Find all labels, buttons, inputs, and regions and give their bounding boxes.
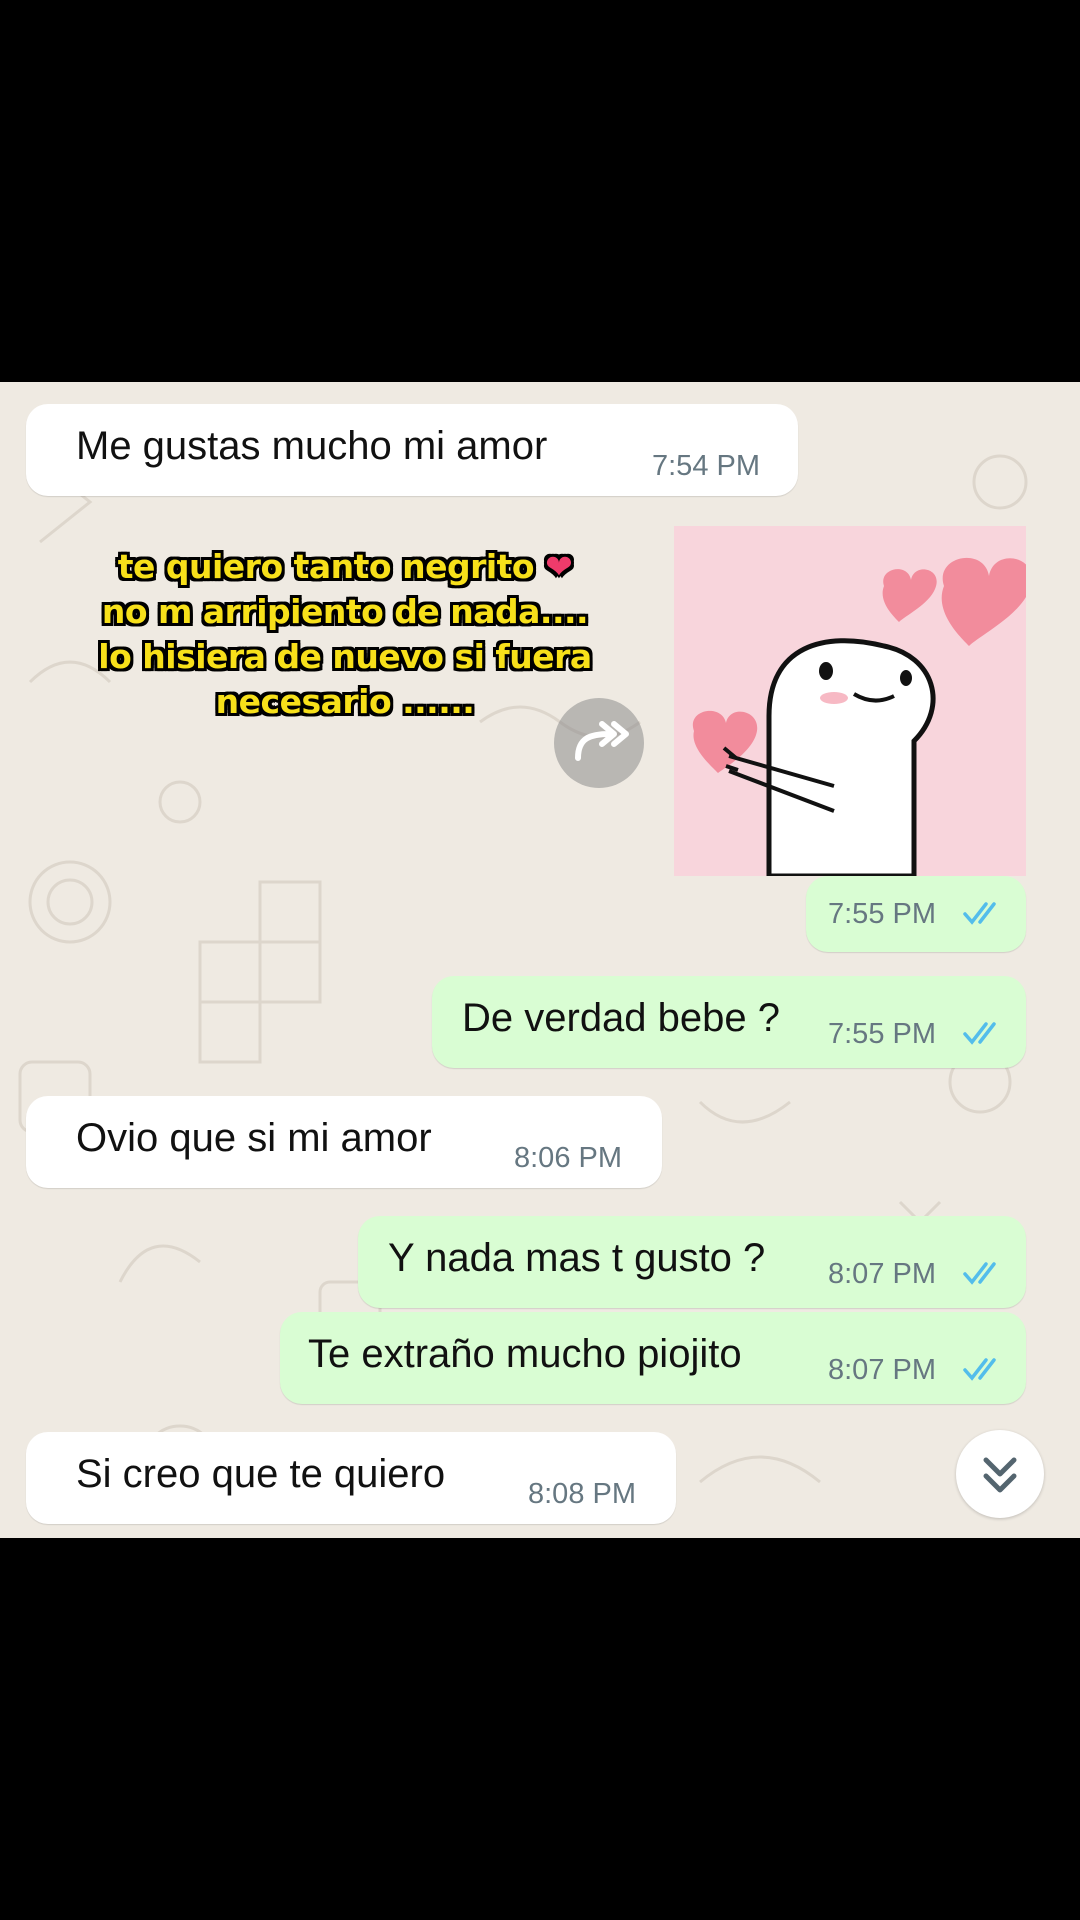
message-bubble-outgoing[interactable]: Te extraño mucho piojito 8:07 PM bbox=[280, 1312, 1026, 1404]
message-text: Ovio que si mi amor bbox=[76, 1116, 432, 1160]
message-text: Te extraño mucho piojito bbox=[308, 1332, 742, 1376]
overlay-line-2: no m arripiento de nada.... bbox=[101, 592, 589, 631]
message-text: Y nada mas t gusto ? bbox=[388, 1236, 766, 1280]
message-time: 7:55 PM bbox=[828, 898, 936, 930]
chat-area[interactable]: Me gustas mucho mi amor 7:54 PM te quier… bbox=[0, 382, 1080, 1538]
message-bubble-incoming[interactable]: Me gustas mucho mi amor 7:54 PM bbox=[26, 404, 798, 496]
double-check-icon bbox=[963, 902, 996, 925]
caption-overlay: te quiero tanto negrito ❤ no m arripient… bbox=[60, 544, 630, 724]
message-bubble-outgoing[interactable]: Y nada mas t gusto ? 8:07 PM bbox=[358, 1216, 1026, 1308]
message-text: Si creo que te quiero bbox=[76, 1452, 446, 1496]
double-check-icon bbox=[963, 1022, 996, 1045]
message-time: 8:07 PM bbox=[828, 1258, 936, 1290]
forward-icon bbox=[575, 721, 629, 761]
double-check-icon bbox=[963, 1262, 996, 1285]
message-time: 8:07 PM bbox=[828, 1354, 936, 1386]
message-time: 8:08 PM bbox=[528, 1478, 636, 1510]
message-time: 7:54 PM bbox=[652, 450, 760, 482]
overlay-line-4: necesario ...... bbox=[215, 682, 475, 721]
overlay-line-3: lo hisiera de nuevo si fuera bbox=[98, 637, 592, 676]
heart-icon: ❤ bbox=[545, 547, 573, 586]
overlay-line-1: te quiero tanto negrito bbox=[117, 547, 535, 586]
double-check-icon bbox=[963, 1358, 996, 1381]
message-time: 7:55 PM bbox=[828, 1018, 936, 1050]
message-bubble-incoming[interactable]: Si creo que te quiero 8:08 PM bbox=[26, 1432, 676, 1524]
double-chevron-down-icon bbox=[983, 1457, 1017, 1493]
scroll-to-bottom-button[interactable] bbox=[956, 1430, 1044, 1518]
message-text: Me gustas mucho mi amor bbox=[76, 424, 548, 468]
sticker-image[interactable] bbox=[674, 526, 1026, 876]
message-text: De verdad bebe ? bbox=[462, 996, 781, 1040]
forward-button[interactable] bbox=[554, 698, 644, 788]
message-bubble-incoming[interactable]: Ovio que si mi amor 8:06 PM bbox=[26, 1096, 662, 1188]
sticker-time-bubble: 7:55 PM bbox=[806, 876, 1026, 952]
message-bubble-outgoing[interactable]: De verdad bebe ? 7:55 PM bbox=[432, 976, 1026, 1068]
message-time: 8:06 PM bbox=[514, 1142, 622, 1174]
